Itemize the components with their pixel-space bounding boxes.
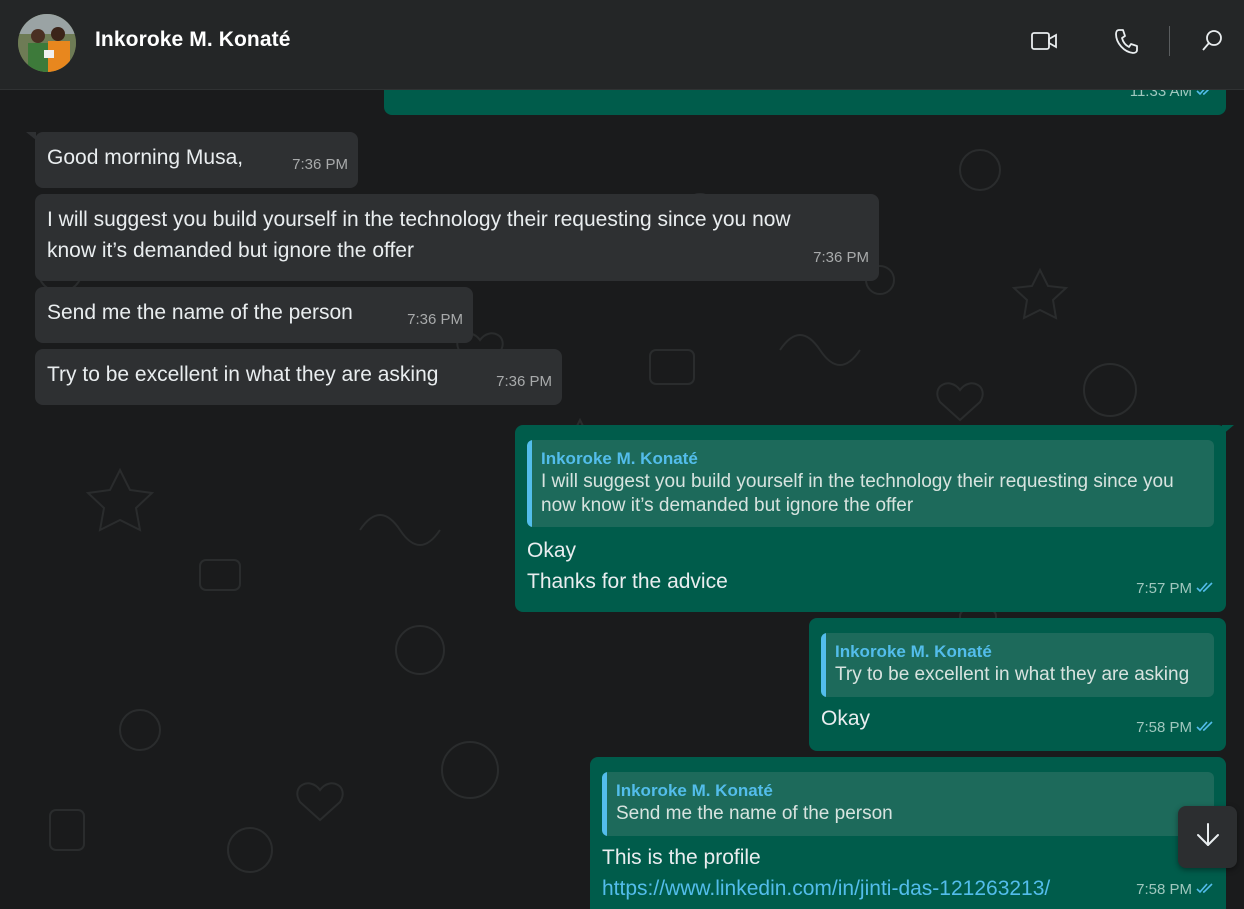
quoted-text: Send me the name of the person	[616, 803, 893, 824]
read-receipt-icon	[1196, 90, 1216, 107]
quoted-message[interactable]: Inkoroke M. Konaté Send me the name of t…	[602, 772, 1214, 836]
message-meta: 7:36 PM	[292, 149, 348, 180]
message-time: 7:36 PM	[496, 373, 552, 390]
scroll-to-bottom-button[interactable]	[1178, 806, 1237, 868]
message-bubble-outgoing[interactable]: Inkoroke M. Konaté Try to be excellent i…	[809, 618, 1226, 751]
voice-call-icon[interactable]	[1110, 25, 1142, 57]
message-bubble-outgoing[interactable]: Inkoroke M. Konaté I will suggest you bu…	[515, 425, 1226, 612]
message-bubble-incoming[interactable]: Try to be excellent in what they are ask…	[35, 349, 562, 405]
message-time: 7:58 PM	[1136, 881, 1192, 898]
message-time: 7:36 PM	[813, 249, 869, 266]
message-time: 7:36 PM	[292, 156, 348, 173]
message-time: 7:58 PM	[1136, 719, 1192, 736]
quoted-message[interactable]: Inkoroke M. Konaté Try to be excellent i…	[821, 633, 1214, 697]
quoted-sender: Inkoroke M. Konaté	[541, 449, 698, 468]
read-receipt-icon	[1196, 573, 1216, 604]
message-text: Okay Thanks for the advice	[527, 535, 728, 597]
quoted-sender: Inkoroke M. Konaté	[835, 642, 992, 661]
message-bubble-outgoing[interactable]: Inkoroke M. Konaté Send me the name of t…	[590, 757, 1226, 909]
message-text-line: This is the profile	[602, 846, 761, 869]
contact-name[interactable]: Inkoroke M. Konaté	[95, 28, 291, 52]
quoted-text: Try to be excellent in what they are ask…	[835, 664, 1190, 685]
quoted-message[interactable]: Inkoroke M. Konaté I will suggest you bu…	[527, 440, 1214, 527]
quoted-text-line: I will suggest you build yourself in the…	[541, 471, 1174, 492]
message-text-line: Thanks for the advice	[527, 570, 728, 593]
message-link[interactable]: https://www.linkedin.com/in/jinti-das-12…	[602, 873, 1050, 904]
message-time: 7:57 PM	[1136, 580, 1192, 597]
message-text-line: Okay	[527, 539, 577, 562]
message-text: Okay	[821, 707, 871, 730]
message-meta: 7:36 PM	[407, 304, 463, 335]
message-list[interactable]: 11:33 AM Good morning Musa, 7:36 PM I wi…	[0, 90, 1244, 909]
message-bubble-outgoing[interactable]: 11:33 AM	[384, 90, 1226, 115]
quoted-text-line: now know it’s demanded but ignore the of…	[541, 495, 914, 516]
message-text: Try to be excellent in what they are ask…	[47, 363, 439, 386]
message-meta: 7:57 PM	[1136, 573, 1216, 604]
message-meta: 11:33 AM	[1130, 90, 1216, 107]
message-meta: 7:58 PM	[1136, 712, 1216, 743]
message-text-line: know it’s demanded but ignore the offer	[47, 239, 414, 262]
message-time: 7:36 PM	[407, 311, 463, 328]
message-text: I will suggest you build yourself in the…	[47, 204, 791, 266]
quoted-sender: Inkoroke M. Konaté	[616, 781, 773, 800]
read-receipt-icon	[1196, 712, 1216, 743]
message-meta: 7:58 PM	[1136, 874, 1216, 905]
message-bubble-incoming[interactable]: Good morning Musa, 7:36 PM	[35, 132, 358, 188]
search-icon[interactable]	[1196, 25, 1228, 57]
message-text: Good morning Musa,	[47, 146, 244, 169]
video-call-icon[interactable]	[1028, 25, 1060, 57]
message-text: This is the profile https://www.linkedin…	[602, 842, 1050, 904]
arrow-down-icon	[1195, 821, 1221, 854]
read-receipt-icon	[1196, 874, 1216, 905]
message-meta: 7:36 PM	[813, 242, 869, 273]
message-time: 11:33 AM	[1129, 90, 1192, 100]
header-divider	[1169, 26, 1170, 56]
chat-header: Inkoroke M. Konaté	[0, 0, 1244, 90]
message-text-line: I will suggest you build yourself in the…	[47, 208, 791, 231]
contact-avatar[interactable]	[18, 14, 76, 72]
message-meta: 7:36 PM	[496, 366, 552, 397]
message-text: Send me the name of the person	[47, 301, 353, 324]
message-bubble-incoming[interactable]: Send me the name of the person 7:36 PM	[35, 287, 473, 343]
message-bubble-incoming[interactable]: I will suggest you build yourself in the…	[35, 194, 879, 281]
